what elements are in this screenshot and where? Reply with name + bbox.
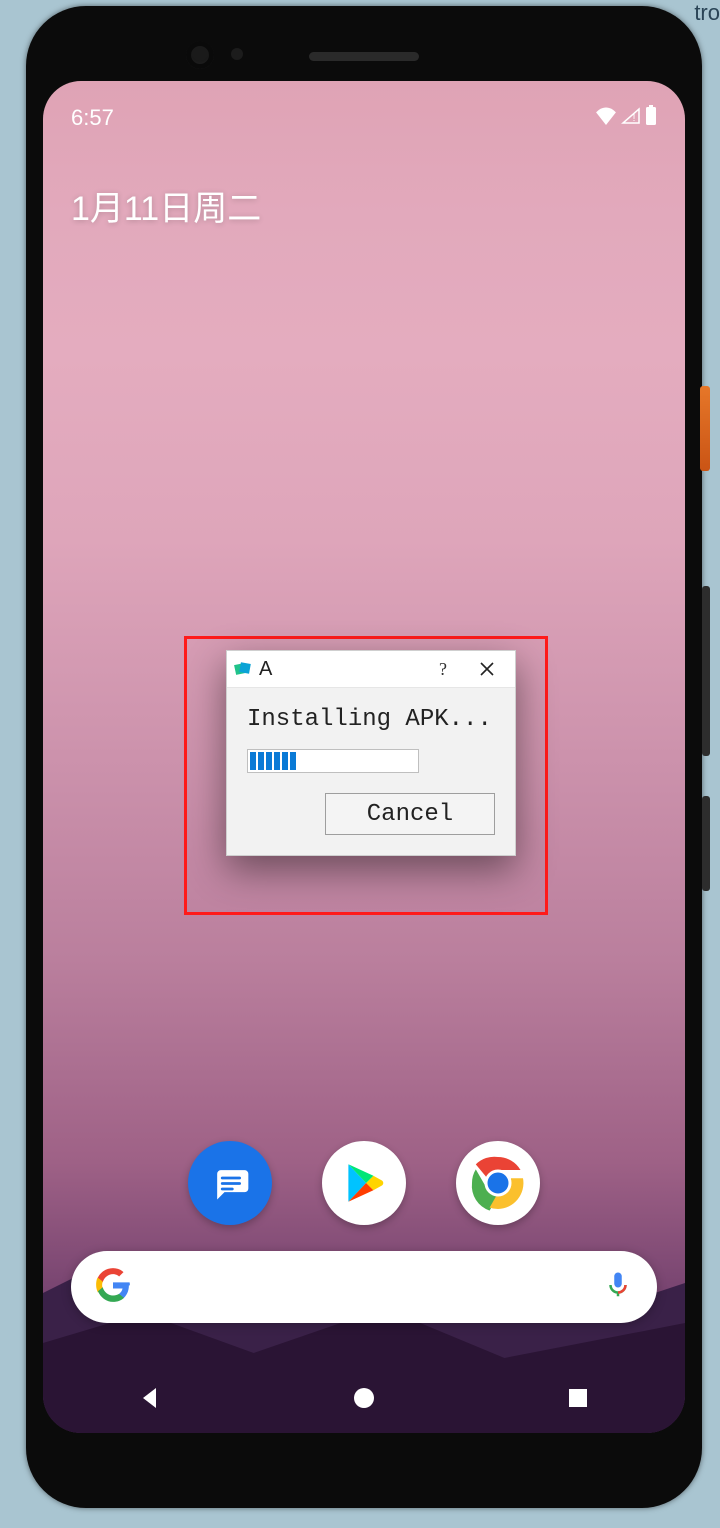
app-messages[interactable] (188, 1141, 272, 1225)
side-button (702, 796, 710, 891)
close-icon (480, 662, 494, 676)
dock (43, 1141, 685, 1225)
messages-icon (208, 1161, 252, 1205)
volume-button (702, 586, 710, 756)
screen: 6:57 ! 1月11日周二 (43, 81, 685, 1433)
google-g-icon (95, 1267, 131, 1308)
cancel-button[interactable]: Cancel (325, 793, 495, 835)
nav-back-button[interactable] (135, 1383, 165, 1413)
voice-search-button[interactable] (603, 1270, 633, 1305)
wifi-icon (595, 105, 617, 131)
power-button (700, 386, 710, 471)
svg-text:!: ! (633, 113, 636, 124)
play-store-icon (339, 1158, 389, 1208)
chrome-icon (464, 1149, 532, 1217)
nav-recents-button[interactable] (563, 1383, 593, 1413)
pycharm-icon (233, 659, 253, 679)
date-widget[interactable]: 1月11日周二 (71, 181, 261, 230)
battery-icon (645, 105, 657, 131)
progress-bar (247, 749, 419, 773)
google-search-bar[interactable] (71, 1251, 657, 1323)
phone-frame: 6:57 ! 1月11日周二 (26, 6, 702, 1508)
navigation-bar (43, 1363, 685, 1433)
cellular-no-sim-icon: ! (621, 105, 641, 131)
status-icons: ! (595, 105, 657, 131)
dialog-help-button[interactable]: ? (421, 659, 465, 680)
dialog-close-button[interactable] (465, 651, 509, 687)
dialog-message: Installing APK... (247, 706, 495, 733)
dialog-title-bar[interactable]: A ? (227, 651, 515, 688)
earpiece-speaker (309, 52, 419, 61)
status-bar: 6:57 ! (43, 105, 685, 131)
back-icon (139, 1386, 161, 1410)
recents-icon (568, 1388, 588, 1408)
home-icon (353, 1387, 375, 1409)
nav-home-button[interactable] (349, 1383, 379, 1413)
proximity-sensor (231, 48, 243, 60)
app-chrome[interactable] (456, 1141, 540, 1225)
background-text-fragment: tro (694, 0, 720, 26)
dialog-title: A (259, 658, 272, 681)
status-time: 6:57 (71, 105, 114, 131)
front-camera (186, 41, 214, 69)
app-play-store[interactable] (322, 1141, 406, 1225)
install-apk-dialog: A ? Installing APK... Cancel (226, 650, 516, 856)
mic-icon (603, 1270, 633, 1300)
